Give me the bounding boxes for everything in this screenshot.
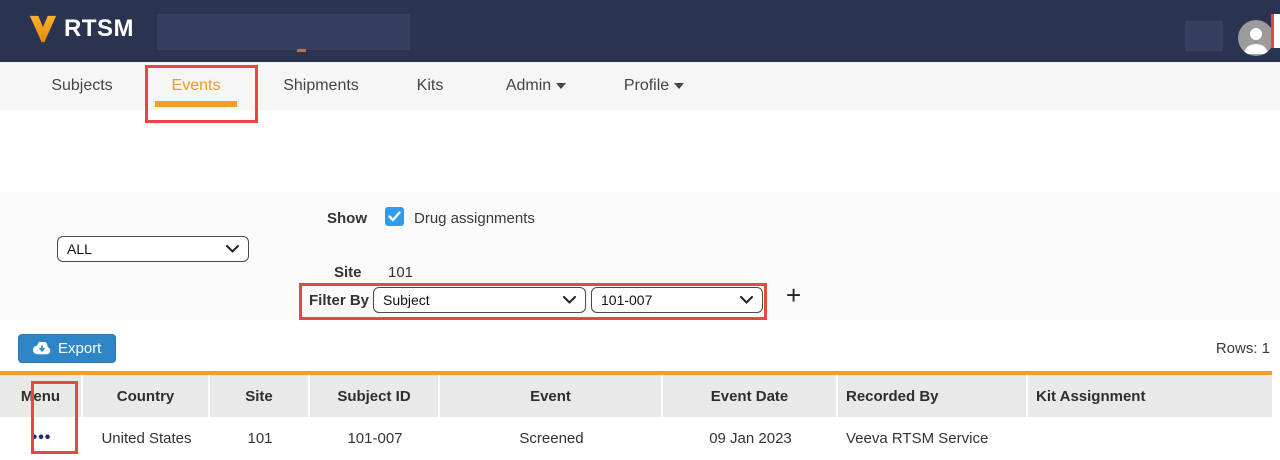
veeva-v-icon bbox=[28, 14, 58, 44]
filter-by-label: Filter By bbox=[309, 292, 369, 309]
rows-count: Rows: 1 bbox=[1040, 340, 1270, 357]
filter-value-select[interactable]: 101-007 bbox=[591, 287, 763, 313]
col-header-menu[interactable]: Menu bbox=[0, 375, 83, 417]
chevron-down-icon bbox=[563, 296, 576, 304]
col-header-kit-assignment[interactable]: Kit Assignment bbox=[1028, 375, 1272, 417]
nav-tab-admin-label: Admin bbox=[506, 77, 551, 94]
nav-tab-profile[interactable]: Profile bbox=[620, 77, 688, 95]
cell-kit-assignment bbox=[1028, 417, 1272, 459]
cell-site: 101 bbox=[210, 417, 310, 459]
cropped-username bbox=[1271, 14, 1280, 48]
col-header-event[interactable]: Event bbox=[440, 375, 663, 417]
export-button-label: Export bbox=[58, 340, 101, 357]
caret-down-icon bbox=[556, 83, 566, 89]
page-header: Events Event List Rollup Report bbox=[0, 110, 1280, 192]
top-navbar: RTSM bbox=[0, 0, 1280, 62]
active-tab-underline bbox=[155, 101, 237, 107]
events-table: Menu Country Site Subject ID Event Event… bbox=[0, 371, 1272, 459]
event-type-select-value: ALL bbox=[67, 241, 92, 257]
chevron-down-icon bbox=[740, 296, 753, 304]
filter-value-select-value: 101-007 bbox=[601, 292, 652, 308]
nav-tab-shipments[interactable]: Shipments bbox=[276, 77, 366, 95]
nav-tab-events[interactable]: Events bbox=[168, 77, 224, 95]
table-row: ••• United States 101 101-007 Screened 0… bbox=[0, 417, 1272, 459]
filter-panel: Show Drug assignments ALL Site 101 Filte… bbox=[0, 192, 1280, 320]
col-header-country[interactable]: Country bbox=[83, 375, 210, 417]
cloud-download-icon bbox=[33, 342, 51, 355]
col-header-event-date[interactable]: Event Date bbox=[663, 375, 838, 417]
nav-tab-admin[interactable]: Admin bbox=[504, 77, 568, 95]
chevron-down-icon bbox=[226, 245, 239, 253]
col-header-recorded-by[interactable]: Recorded By bbox=[838, 375, 1028, 417]
add-filter-button[interactable]: + bbox=[786, 282, 801, 308]
drug-assignments-checkbox[interactable] bbox=[385, 207, 404, 226]
cell-country: United States bbox=[83, 417, 210, 459]
checkmark-icon bbox=[388, 211, 401, 222]
event-type-select[interactable]: ALL bbox=[57, 236, 249, 262]
nav-tab-subjects[interactable]: Subjects bbox=[46, 77, 118, 95]
caret-down-icon bbox=[674, 83, 684, 89]
nav-tab-profile-label: Profile bbox=[624, 77, 669, 94]
site-label: Site bbox=[334, 264, 362, 281]
app-logo: RTSM bbox=[28, 14, 134, 44]
redacted-user-info bbox=[1185, 21, 1223, 51]
row-menu-button[interactable]: ••• bbox=[32, 429, 52, 447]
export-button[interactable]: Export bbox=[18, 334, 116, 363]
redacted-study-marker bbox=[297, 49, 306, 52]
nav-tab-kits[interactable]: Kits bbox=[414, 77, 446, 95]
filter-field-select-value: Subject bbox=[383, 292, 430, 308]
drug-assignments-label[interactable]: Drug assignments bbox=[414, 210, 535, 227]
cell-event: Screened bbox=[440, 417, 663, 459]
table-header-row: Menu Country Site Subject ID Event Event… bbox=[0, 375, 1272, 417]
redacted-study-name bbox=[157, 14, 410, 50]
cell-event-date: 09 Jan 2023 bbox=[663, 417, 838, 459]
brand-name: RTSM bbox=[64, 15, 134, 43]
filter-field-select[interactable]: Subject bbox=[373, 287, 586, 313]
app-window: RTSM Subjects Events Shipments Kits Admi… bbox=[0, 0, 1280, 460]
cell-subject-id: 101-007 bbox=[310, 417, 440, 459]
user-avatar-icon[interactable] bbox=[1238, 20, 1274, 56]
site-value: 101 bbox=[388, 264, 413, 281]
col-header-subject-id[interactable]: Subject ID bbox=[310, 375, 440, 417]
cell-recorded-by: Veeva RTSM Service bbox=[838, 417, 1028, 459]
col-header-site[interactable]: Site bbox=[210, 375, 310, 417]
show-label: Show bbox=[327, 210, 367, 227]
